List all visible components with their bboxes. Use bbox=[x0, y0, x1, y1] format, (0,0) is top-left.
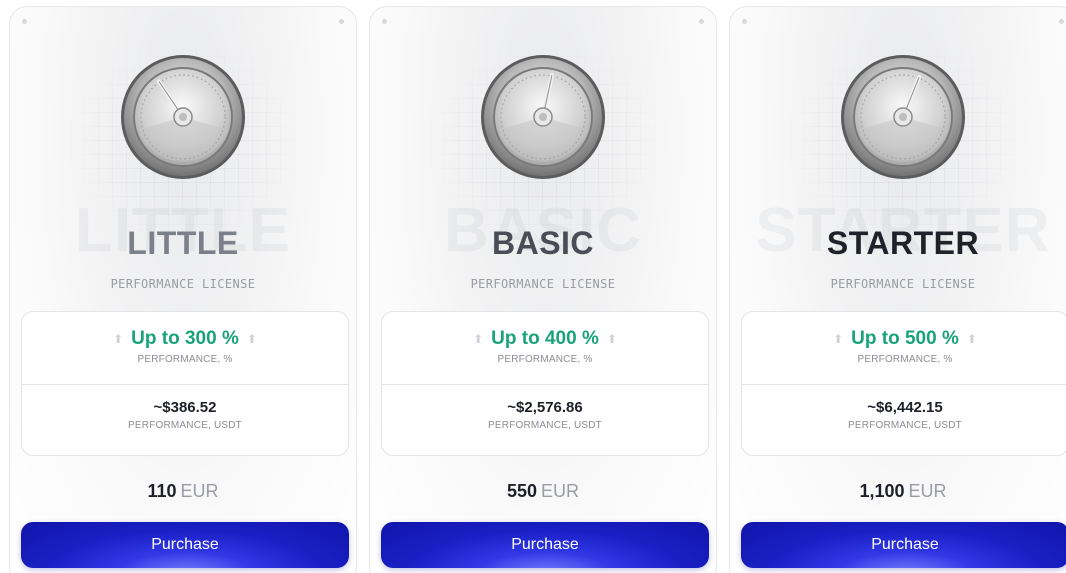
performance-box: ⬆ Up to 300 % ⬆ PERFORMANCE, % ~$386.52 … bbox=[21, 311, 349, 456]
corner-dot bbox=[339, 19, 344, 24]
performance-percent-value: Up to 300 % bbox=[131, 328, 239, 349]
purchase-button[interactable]: Purchase bbox=[21, 522, 349, 568]
price-amount: 550 bbox=[506, 481, 538, 501]
corner-dot bbox=[22, 19, 27, 24]
performance-usdt-section: ~$2,576.86 PERFORMANCE, USDT bbox=[382, 385, 708, 431]
price-currency: EUR bbox=[180, 481, 219, 501]
speedometer-gauge-icon bbox=[841, 55, 965, 179]
arrow-up-icon: ⬆ bbox=[966, 332, 977, 346]
plan-name: STARTER bbox=[826, 225, 980, 261]
arrow-up-icon: ⬆ bbox=[606, 332, 617, 346]
performance-percent-label: PERFORMANCE, % bbox=[857, 354, 953, 365]
purchase-button[interactable]: Purchase bbox=[381, 522, 709, 568]
license-card-basic: BASIC BASIC PERFORMANCE LICENSE ⬆ Up to … bbox=[369, 6, 717, 573]
arrow-up-icon: ⬆ bbox=[113, 332, 124, 346]
license-card-little: LITTLE LITTLE PERFORMANCE LICENSE ⬆ Up t… bbox=[9, 6, 357, 573]
corner-dot bbox=[1059, 19, 1064, 24]
performance-usdt-section: ~$386.52 PERFORMANCE, USDT bbox=[22, 385, 348, 431]
performance-percent-label: PERFORMANCE, % bbox=[137, 354, 233, 365]
performance-usdt-label: PERFORMANCE, USDT bbox=[488, 420, 602, 431]
performance-usdt-value: ~$2,576.86 bbox=[507, 399, 583, 416]
performance-percent-line: ⬆ Up to 400 % ⬆ bbox=[382, 312, 708, 350]
price-amount: 110 bbox=[147, 481, 177, 501]
plan-name: BASIC bbox=[491, 225, 595, 261]
arrow-up-icon: ⬆ bbox=[473, 332, 484, 346]
performance-percent-line: ⬆ Up to 500 % ⬆ bbox=[742, 312, 1066, 350]
plan-name: LITTLE bbox=[127, 225, 239, 261]
purchase-button[interactable]: Purchase bbox=[741, 522, 1066, 568]
performance-box: ⬆ Up to 500 % ⬆ PERFORMANCE, % ~$6,442.1… bbox=[741, 311, 1066, 456]
performance-percent-value: Up to 500 % bbox=[851, 328, 959, 349]
license-cards: LITTLE LITTLE PERFORMANCE LICENSE ⬆ Up t… bbox=[9, 6, 1066, 573]
performance-usdt-value: ~$386.52 bbox=[153, 399, 217, 416]
performance-percent-section: ⬆ Up to 300 % ⬆ PERFORMANCE, % bbox=[22, 312, 348, 385]
plan-subtitle: PERFORMANCE LICENSE bbox=[110, 277, 256, 291]
performance-usdt-label: PERFORMANCE, USDT bbox=[128, 420, 242, 431]
plan-price: 550 EUR bbox=[370, 481, 716, 502]
performance-usdt-value: ~$6,442.15 bbox=[867, 399, 943, 416]
performance-usdt-label: PERFORMANCE, USDT bbox=[848, 420, 962, 431]
arrow-up-icon: ⬆ bbox=[246, 332, 257, 346]
price-currency: EUR bbox=[908, 481, 947, 501]
performance-percent-line: ⬆ Up to 300 % ⬆ bbox=[22, 312, 348, 350]
pricing-viewport: LITTLE LITTLE PERFORMANCE LICENSE ⬆ Up t… bbox=[0, 0, 1066, 573]
performance-usdt-section: ~$6,442.15 PERFORMANCE, USDT bbox=[742, 385, 1066, 431]
price-currency: EUR bbox=[541, 481, 580, 501]
performance-box: ⬆ Up to 400 % ⬆ PERFORMANCE, % ~$2,576.8… bbox=[381, 311, 709, 456]
performance-percent-section: ⬆ Up to 500 % ⬆ PERFORMANCE, % bbox=[742, 312, 1066, 385]
plan-subtitle: PERFORMANCE LICENSE bbox=[470, 277, 616, 291]
corner-dot bbox=[699, 19, 704, 24]
plan-price: 1,100 EUR bbox=[730, 481, 1066, 502]
corner-dot bbox=[382, 19, 387, 24]
corner-dot bbox=[742, 19, 747, 24]
plan-price: 110 EUR bbox=[10, 481, 356, 502]
speedometer-gauge-icon bbox=[121, 55, 245, 179]
license-card-starter: STARTER STARTER PERFORMANCE LICENSE ⬆ Up… bbox=[729, 6, 1066, 573]
performance-percent-section: ⬆ Up to 400 % ⬆ PERFORMANCE, % bbox=[382, 312, 708, 385]
price-amount: 1,100 bbox=[859, 481, 905, 501]
performance-percent-label: PERFORMANCE, % bbox=[497, 354, 593, 365]
plan-subtitle: PERFORMANCE LICENSE bbox=[830, 277, 976, 291]
speedometer-gauge-icon bbox=[481, 55, 605, 179]
performance-percent-value: Up to 400 % bbox=[491, 328, 599, 349]
arrow-up-icon: ⬆ bbox=[833, 332, 844, 346]
